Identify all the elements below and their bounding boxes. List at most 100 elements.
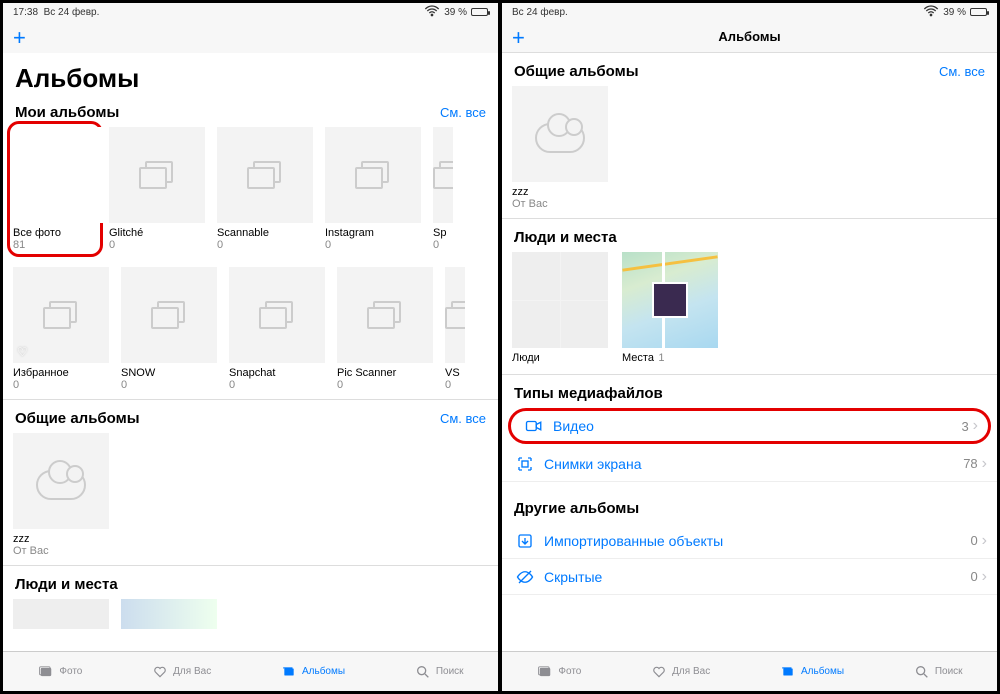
- chevron-right-icon: ›: [982, 532, 987, 550]
- other-row-hidden[interactable]: Скрытые 0 ›: [502, 559, 997, 595]
- media-label: Снимки экрана: [544, 456, 963, 472]
- album-count: 0: [445, 379, 465, 391]
- status-time: 17:38: [13, 7, 38, 18]
- tab-albums[interactable]: Альбомы: [280, 665, 345, 679]
- album-count: 0: [433, 239, 453, 251]
- album-snow[interactable]: SNOW 0: [121, 267, 217, 391]
- cloud-icon: [36, 470, 86, 500]
- status-date: Вс 24 февр.: [44, 7, 100, 18]
- album-label: SNOW: [121, 367, 217, 379]
- section-media-types-header: Типы медиафайлов: [514, 385, 985, 402]
- album-count: 0: [325, 239, 421, 251]
- album-cutoff[interactable]: Sp 0: [433, 127, 453, 251]
- see-all-shared[interactable]: См. все: [440, 411, 486, 426]
- section-shared-header: Общие альбомы См. все: [15, 410, 486, 427]
- album-label: Sp: [433, 227, 453, 239]
- media-label: Видео: [553, 418, 961, 434]
- other-list: Импортированные объекты 0 › Скрытые 0 ›: [502, 523, 997, 595]
- status-date: Вс 24 февр.: [512, 7, 568, 18]
- media-count: 78: [963, 456, 977, 471]
- album-instagram[interactable]: Instagram 0: [325, 127, 421, 251]
- tab-for-you-r[interactable]: Для Вас: [650, 665, 710, 679]
- section-shared-header-r: Общие альбомы См. все: [514, 63, 985, 80]
- tab-label: Для Вас: [173, 666, 211, 677]
- album-grid-row1: Все фото 81 Glitché 0 Scannable 0 Instag…: [13, 127, 488, 251]
- section-my-albums-header: Мои альбомы См. все: [15, 104, 486, 121]
- album-scannable[interactable]: Scannable 0: [217, 127, 313, 251]
- section-title-shared: Общие альбомы: [15, 410, 140, 427]
- other-row-imported[interactable]: Импортированные объекты 0 ›: [502, 523, 997, 559]
- chevron-right-icon: ›: [982, 455, 987, 473]
- stack-icon: [259, 301, 295, 329]
- content-left: Альбомы Мои альбомы См. все Все фото 81 …: [3, 53, 498, 651]
- tab-photos[interactable]: Фото: [37, 665, 82, 679]
- media-count: 0: [970, 533, 977, 548]
- places-item[interactable]: Места 1: [622, 252, 718, 366]
- content-right: Общие альбомы См. все zzz От Вас Люди и …: [502, 53, 997, 651]
- shared-grid: zzz От Вас: [13, 433, 488, 557]
- section-title-other: Другие альбомы: [514, 500, 639, 517]
- stack-icon: [43, 301, 79, 329]
- tab-search[interactable]: Поиск: [414, 665, 464, 679]
- import-icon: [516, 532, 538, 550]
- shared-album-zzz[interactable]: zzz От Вас: [13, 433, 109, 557]
- wifi-icon: [424, 3, 440, 22]
- album-count: 0: [337, 379, 433, 391]
- navbar-left: +: [3, 21, 498, 53]
- album-all-photos[interactable]: Все фото 81: [7, 121, 103, 257]
- tab-albums-r[interactable]: Альбомы: [779, 665, 844, 679]
- album-label: Места: [622, 352, 654, 364]
- tab-label: Фото: [59, 666, 82, 677]
- albums-icon: [280, 665, 298, 679]
- people-places-grid: Люди Места 1: [512, 252, 987, 366]
- video-icon: [525, 417, 547, 435]
- album-count: 0: [13, 379, 109, 391]
- tab-photos-r[interactable]: Фото: [536, 665, 581, 679]
- album-cutoff2[interactable]: VS 0: [445, 267, 465, 391]
- chevron-right-icon: ›: [982, 568, 987, 586]
- album-label: Все фото: [13, 227, 97, 239]
- media-row-screenshots[interactable]: Снимки экрана 78 ›: [502, 446, 997, 482]
- album-count: 0: [109, 239, 205, 251]
- wifi-icon: [923, 3, 939, 22]
- status-bar: Вс 24 февр. 39 %: [502, 3, 997, 21]
- see-all-shared-r[interactable]: См. все: [939, 64, 985, 79]
- stack-icon: [247, 161, 283, 189]
- album-pic-scanner[interactable]: Pic Scanner 0: [337, 267, 433, 391]
- media-row-video[interactable]: Видео 3 ›: [508, 408, 991, 444]
- tab-label: Фото: [558, 666, 581, 677]
- battery-icon: [970, 8, 987, 16]
- battery-icon: [471, 8, 488, 16]
- add-button[interactable]: +: [13, 27, 26, 49]
- search-icon: [414, 665, 432, 679]
- album-count: [544, 352, 547, 364]
- tab-bar: Фото Для Вас Альбомы Поиск: [3, 651, 498, 691]
- media-label: Скрытые: [544, 569, 970, 585]
- stack-icon: [433, 161, 453, 189]
- screen-left: 17:38 Вс 24 февр. 39 % + Альбомы Мои аль…: [3, 3, 498, 691]
- add-button[interactable]: +: [512, 27, 525, 49]
- tab-for-you[interactable]: Для Вас: [151, 665, 211, 679]
- status-battery-text: 39 %: [943, 7, 966, 18]
- tab-bar-r: Фото Для Вас Альбомы Поиск: [502, 651, 997, 691]
- tab-search-r[interactable]: Поиск: [913, 665, 963, 679]
- hidden-icon: [516, 568, 538, 586]
- search-icon: [913, 665, 931, 679]
- photos-icon: [37, 665, 55, 679]
- album-favorites[interactable]: ♡ Избранное 0: [13, 267, 109, 391]
- see-all-my-albums[interactable]: См. все: [440, 105, 486, 120]
- album-count: 0: [217, 239, 313, 251]
- stack-icon: [355, 161, 391, 189]
- section-title-my-albums: Мои альбомы: [15, 104, 119, 121]
- album-glitche[interactable]: Glitché 0: [109, 127, 205, 251]
- album-sub: От Вас: [13, 545, 109, 557]
- album-snapchat[interactable]: Snapchat 0: [229, 267, 325, 391]
- stack-icon: [445, 301, 465, 329]
- album-label: Snapchat: [229, 367, 325, 379]
- section-title-people-places-r: Люди и места: [514, 229, 617, 246]
- album-label: Избранное: [13, 367, 109, 379]
- albums-icon: [779, 665, 797, 679]
- heart-icon: ♡: [17, 345, 28, 359]
- people-item[interactable]: Люди: [512, 252, 608, 366]
- shared-album-zzz-r[interactable]: zzz От Вас: [512, 86, 608, 210]
